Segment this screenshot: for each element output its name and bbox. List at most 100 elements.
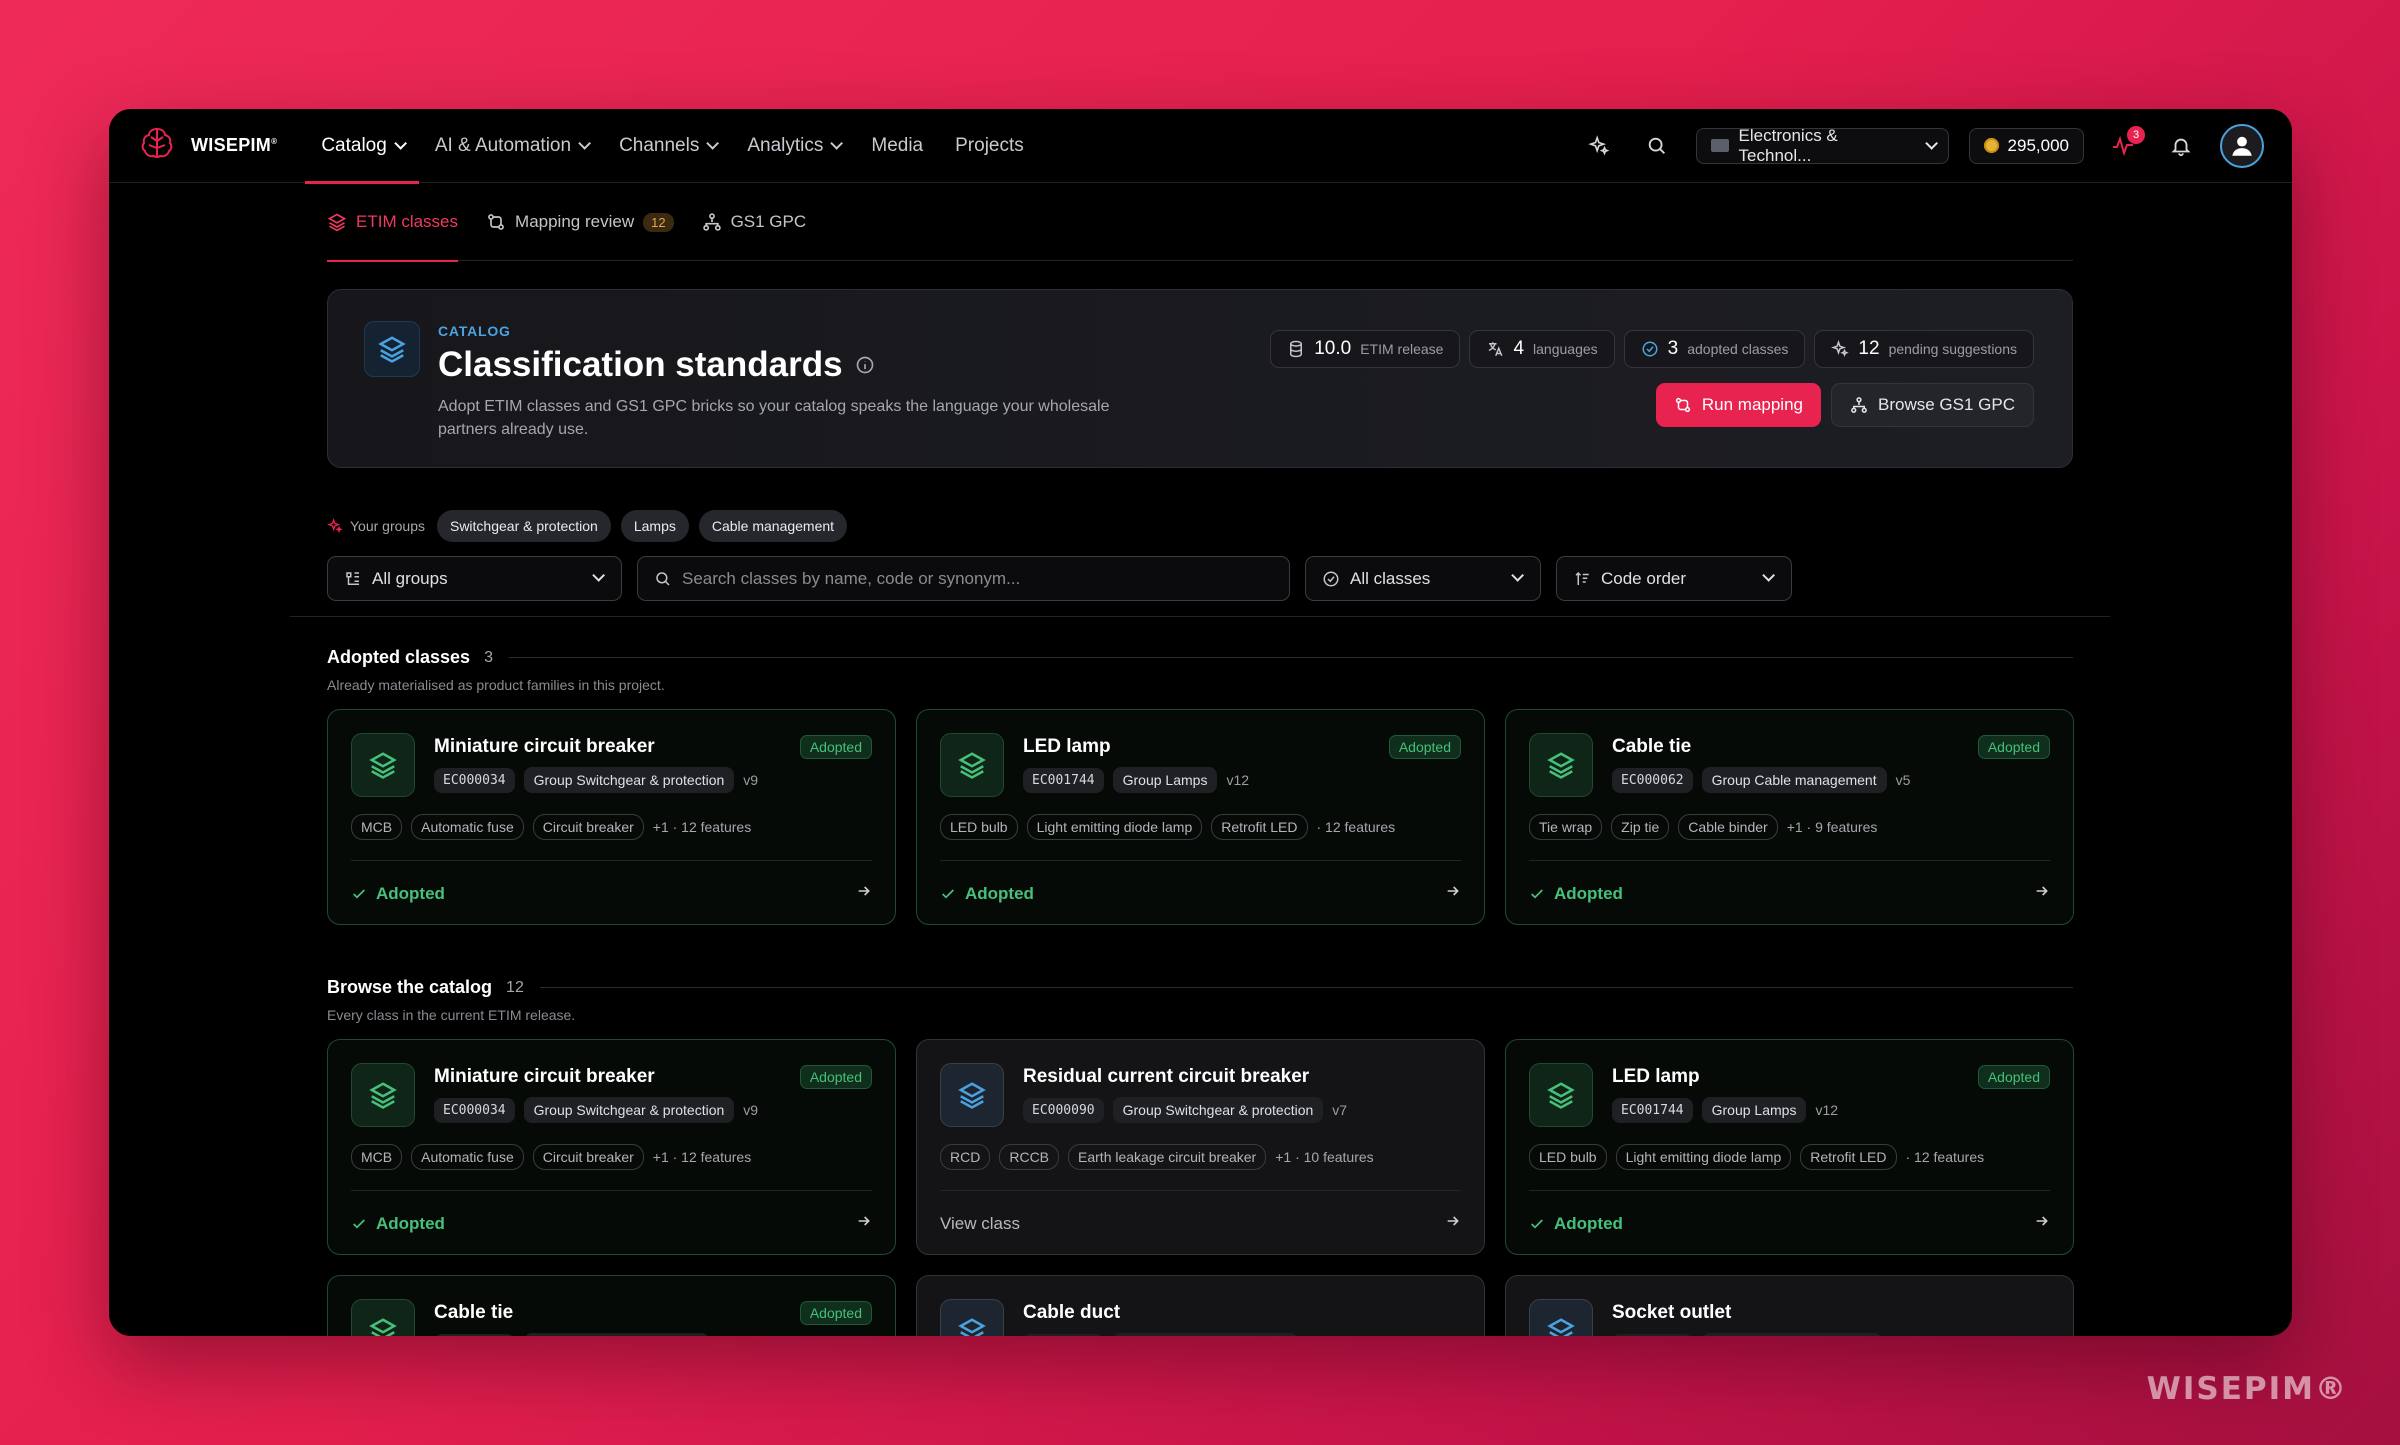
nav-ai-automation[interactable]: AI & Automation bbox=[419, 109, 603, 183]
tree-icon bbox=[346, 571, 359, 585]
user-icon bbox=[2232, 136, 2252, 156]
run-mapping-button[interactable]: Run mapping bbox=[1655, 383, 1821, 427]
stat-value: 4 bbox=[1513, 338, 1525, 359]
class-group: Group Cable management bbox=[523, 1333, 709, 1336]
classes-filter[interactable]: All classes bbox=[1305, 556, 1541, 601]
group-chip-lamps[interactable]: Lamps bbox=[620, 510, 689, 542]
check-icon bbox=[1531, 1218, 1543, 1229]
class-group: Group Wiring accessories bbox=[1701, 1333, 1882, 1336]
catalog-grid: Miniature circuit breaker Adopted EC0000… bbox=[327, 1039, 2074, 1336]
class-card[interactable]: Cable duct EC000114 Group Cable manageme… bbox=[916, 1275, 1485, 1336]
page-title: Classification standards bbox=[438, 345, 1158, 385]
class-card[interactable]: Miniature circuit breaker Adopted EC0000… bbox=[327, 1039, 896, 1255]
feature-count: · 12 features bbox=[1316, 819, 1396, 835]
brand[interactable]: WISEPIM® bbox=[137, 123, 277, 168]
class-card[interactable]: Socket outlet EC000234 Group Wiring acce… bbox=[1505, 1275, 2074, 1336]
arrow-right-icon[interactable] bbox=[2034, 1213, 2050, 1234]
class-code: EC000062 bbox=[434, 1333, 515, 1336]
search-button[interactable] bbox=[1638, 127, 1676, 165]
feature-count: +1 · 12 features bbox=[652, 819, 752, 835]
ai-sparkle-button[interactable] bbox=[1580, 127, 1618, 165]
nav-channels[interactable]: Channels bbox=[603, 109, 731, 183]
class-code: EC000234 bbox=[1612, 1333, 1693, 1336]
nav-catalog[interactable]: Catalog bbox=[305, 109, 419, 184]
group-chip-cable-management[interactable]: Cable management bbox=[698, 510, 848, 542]
synonym-chip: Light emitting diode lamp bbox=[1615, 1144, 1792, 1170]
class-card[interactable]: Cable tie Adopted EC000062 Group Cable m… bbox=[1505, 709, 2074, 925]
class-card[interactable]: Miniature circuit breaker Adopted EC0000… bbox=[327, 709, 896, 925]
class-meta: EC000090 Group Switchgear & protection v… bbox=[1023, 1097, 1347, 1123]
info-icon[interactable] bbox=[855, 355, 875, 375]
feature-count: +1 · 10 features bbox=[1275, 1149, 1374, 1165]
class-card[interactable]: LED lamp Adopted EC001744 Group Lamps v1… bbox=[916, 709, 1485, 925]
class-name: Miniature circuit breaker bbox=[434, 1066, 655, 1087]
card-status: Adopted bbox=[351, 884, 445, 904]
class-code: EC000062 bbox=[1612, 767, 1693, 793]
tab-etim-classes[interactable]: ETIM classes bbox=[327, 184, 459, 262]
synonym-chip: LED bulb bbox=[940, 814, 1018, 840]
sparkle-icon bbox=[1831, 340, 1850, 357]
user-avatar[interactable] bbox=[2220, 123, 2264, 168]
groups-label-text: Your groups bbox=[350, 518, 425, 534]
arrow-right-icon[interactable] bbox=[856, 1213, 872, 1234]
card-footer: Adopted bbox=[1529, 1190, 2050, 1254]
stat-label: languages bbox=[1533, 341, 1598, 357]
synonym-chip: MCB bbox=[351, 814, 403, 840]
check-icon bbox=[942, 888, 954, 899]
class-group: Group Lamps bbox=[1112, 767, 1218, 793]
status-label: Adopted bbox=[1554, 883, 1623, 903]
section-subtitle: Already materialised as product families… bbox=[327, 677, 665, 693]
main-menu: Catalog AI & Automation Channels Analyti… bbox=[305, 109, 1040, 184]
activity-button[interactable]: 3 bbox=[2104, 125, 2145, 165]
adopted-badge: Adopted bbox=[1388, 735, 1461, 759]
class-version: v9 bbox=[743, 772, 759, 788]
arrow-right-icon[interactable] bbox=[856, 883, 872, 904]
sort-order-select[interactable]: Code order bbox=[1556, 556, 1792, 601]
group-chip-switchgear[interactable]: Switchgear & protection bbox=[436, 510, 611, 542]
layers-icon bbox=[351, 1299, 415, 1336]
tab-gs1-gpc[interactable]: GS1 GPC bbox=[702, 184, 806, 261]
groups-label: Your groups bbox=[327, 518, 425, 534]
class-name: Cable tie bbox=[1612, 736, 1692, 757]
class-name: Cable duct bbox=[1023, 1302, 1121, 1323]
stats-row: 10.0 ETIM release 4 languages 3 adopted … bbox=[1270, 330, 2034, 368]
class-meta: EC001744 Group Lamps v12 bbox=[1612, 1097, 1838, 1123]
class-card[interactable]: Cable tie Adopted EC000062 Group Cable m… bbox=[327, 1275, 896, 1336]
class-name: Cable tie bbox=[434, 1302, 514, 1323]
sort-icon bbox=[1575, 571, 1589, 585]
class-version: v5 bbox=[1895, 772, 1911, 788]
class-card[interactable]: Residual current circuit breaker EC00009… bbox=[916, 1039, 1485, 1255]
nav-analytics[interactable]: Analytics bbox=[731, 109, 855, 183]
stat-label: adopted classes bbox=[1687, 341, 1789, 357]
card-footer: Adopted bbox=[351, 860, 872, 924]
synonym-chip: Zip tie bbox=[1611, 814, 1670, 840]
nav-media[interactable]: Media bbox=[855, 109, 939, 183]
store-selector[interactable]: Electronics & Technol... bbox=[1695, 126, 1949, 165]
card-footer: Adopted bbox=[940, 860, 1461, 924]
arrow-right-icon[interactable] bbox=[2034, 883, 2050, 904]
card-status: Adopted bbox=[351, 1214, 445, 1234]
search-input[interactable]: Search classes by name, code or synonym.… bbox=[637, 556, 1290, 601]
synonyms: Tie wrap Zip tie Cable binder +1 · 9 featur… bbox=[1529, 814, 1877, 840]
chevron-down-icon bbox=[578, 137, 592, 150]
credits-balance[interactable]: 295,000 bbox=[1968, 127, 2084, 164]
class-meta: EC000034 Group Switchgear & protection v… bbox=[434, 767, 758, 793]
catalog-section-header: Browse the catalog 12 bbox=[327, 977, 2073, 998]
browse-gs1-button[interactable]: Browse GS1 GPC bbox=[1831, 383, 2034, 427]
class-version: v9 bbox=[743, 1102, 759, 1118]
chevron-down-icon bbox=[1924, 137, 1938, 150]
notifications-button[interactable] bbox=[2162, 127, 2200, 165]
select-value: All groups bbox=[372, 568, 448, 588]
class-card[interactable]: LED lamp Adopted EC001744 Group Lamps v1… bbox=[1505, 1039, 2074, 1255]
groups-filter[interactable]: All groups bbox=[327, 556, 622, 601]
tab-mapping-review[interactable]: Mapping review 12 bbox=[486, 184, 674, 261]
nav-projects[interactable]: Projects bbox=[939, 109, 1040, 183]
layers-icon bbox=[1529, 1299, 1593, 1336]
layers-icon bbox=[1529, 733, 1593, 797]
arrow-right-icon[interactable] bbox=[1445, 1213, 1461, 1234]
section-divider bbox=[508, 657, 2073, 658]
adopted-badge: Adopted bbox=[1977, 1065, 2050, 1089]
chevron-down-icon bbox=[1511, 569, 1524, 582]
arrow-right-icon[interactable] bbox=[1445, 883, 1461, 904]
nav-actions: Electronics & Technol... 295,000 3 bbox=[1580, 123, 2264, 168]
